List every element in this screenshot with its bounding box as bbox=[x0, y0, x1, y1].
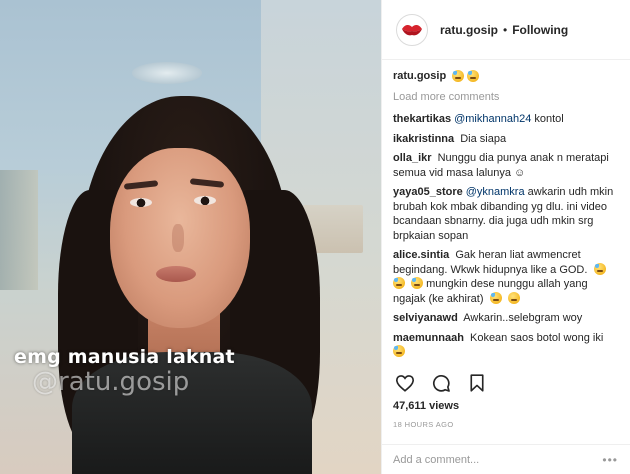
person-eye-left bbox=[130, 198, 152, 207]
comment-item: ikakristinna Dia siapa bbox=[393, 132, 618, 147]
background-door bbox=[0, 170, 38, 290]
post-actions-bar bbox=[382, 370, 630, 396]
instagram-post: emg manusia laknat @ratu.gosip ratu.gosi… bbox=[0, 0, 630, 474]
comment-mention[interactable]: @yknamkra bbox=[466, 186, 525, 198]
more-options-icon[interactable]: ••• bbox=[602, 453, 618, 467]
sweat-smile-emoji-icon bbox=[393, 277, 405, 289]
comment-text: Awkarin..selebgram woy bbox=[463, 312, 583, 324]
sweat-smile-emoji-icon bbox=[411, 277, 424, 289]
post-timestamp[interactable]: 18 HOURS AGO bbox=[393, 420, 454, 429]
add-comment-bar: ••• bbox=[382, 444, 630, 474]
comment-button[interactable] bbox=[429, 371, 453, 395]
red-lips-icon bbox=[402, 24, 422, 35]
ceiling-light bbox=[132, 62, 202, 84]
caption-username[interactable]: ratu.gosip bbox=[393, 70, 446, 82]
comment-text: kontol bbox=[531, 113, 564, 125]
person-nose bbox=[172, 224, 184, 252]
comment-username[interactable]: selviyanawd bbox=[393, 312, 458, 324]
sweat-smile-emoji-icon bbox=[393, 345, 405, 357]
comment-item: thekartikas @mikhannah24 kontol bbox=[393, 112, 618, 127]
grimacing-emoji-icon bbox=[489, 291, 502, 304]
comment-username[interactable]: alice.sintia bbox=[393, 249, 449, 261]
post-video[interactable]: emg manusia laknat @ratu.gosip bbox=[0, 0, 381, 474]
grin-emoji-icon bbox=[507, 291, 520, 304]
load-more-comments-link[interactable]: Load more comments bbox=[393, 91, 618, 103]
comment-bubble-icon bbox=[432, 375, 450, 392]
comment-item: selviyanawd Awkarin..selebgram woy bbox=[393, 311, 618, 326]
video-overlay-handle: @ratu.gosip bbox=[32, 367, 190, 397]
grimacing-emoji-icon bbox=[452, 70, 465, 82]
comment-username[interactable]: maemunnaah bbox=[393, 332, 464, 344]
person-lips bbox=[156, 266, 196, 282]
comment-item: yaya05_store @yknamkra awkarin udh mkin b… bbox=[393, 185, 618, 243]
save-button[interactable] bbox=[465, 371, 489, 395]
comment-username[interactable]: yaya05_store bbox=[393, 186, 463, 198]
grimacing-emoji-icon bbox=[467, 70, 480, 82]
video-overlay-caption: emg manusia laknat bbox=[14, 346, 235, 368]
heart-icon bbox=[395, 375, 415, 392]
comment-username[interactable]: ikakristinna bbox=[393, 133, 454, 145]
comment-mention[interactable]: @mikhannah24 bbox=[454, 113, 531, 125]
comments-list[interactable]: ratu.gosip Load more comments thekartika… bbox=[382, 61, 630, 363]
following-button[interactable]: Following bbox=[512, 23, 568, 37]
comment-username[interactable]: olla_ikr bbox=[393, 152, 432, 164]
comment-text: Kokean saos botol wong iki bbox=[469, 331, 604, 344]
add-comment-input[interactable] bbox=[393, 453, 603, 466]
comment-username[interactable]: thekartikas bbox=[393, 113, 451, 125]
person-eye-right bbox=[194, 196, 216, 205]
avatar[interactable] bbox=[396, 13, 428, 46]
header-separator: • bbox=[503, 22, 508, 37]
bookmark-icon bbox=[470, 374, 484, 392]
comment-item: maemunnaah Kokean saos botol wong iki bbox=[393, 331, 618, 360]
comment-item: olla_ikr Nunggu dia punya anak n meratap… bbox=[393, 151, 618, 180]
sweat-smile-emoji-icon bbox=[593, 262, 606, 275]
comment-item: alice.sintia Gak heran liat awmencret be… bbox=[393, 248, 618, 306]
post-header: ratu.gosip • Following bbox=[382, 0, 630, 60]
header-username[interactable]: ratu.gosip bbox=[440, 23, 498, 37]
view-count[interactable]: 47,611 views bbox=[393, 400, 459, 412]
post-caption: ratu.gosip bbox=[393, 70, 618, 82]
comment-text: Dia siapa bbox=[460, 132, 507, 145]
like-button[interactable] bbox=[393, 371, 417, 395]
post-side-panel: ratu.gosip • Following ratu.gosip Load m… bbox=[381, 0, 630, 474]
